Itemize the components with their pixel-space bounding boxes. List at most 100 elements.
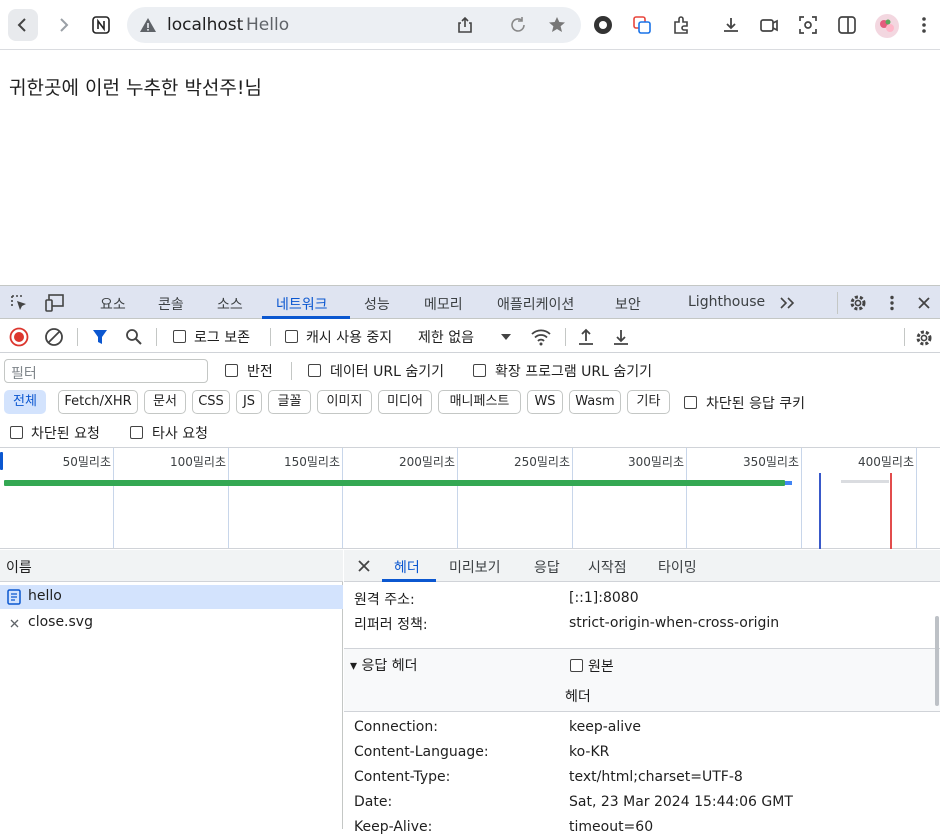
tab-elements[interactable]: 요소 [100,294,126,314]
share-icon[interactable] [455,15,475,35]
notion-button[interactable] [88,12,114,38]
network-settings-gear-icon[interactable] [913,327,935,349]
export-har-icon[interactable] [611,327,631,347]
tab-memory[interactable]: 메모리 [424,294,463,314]
close-detail-icon[interactable] [356,558,372,574]
type-chip-other[interactable]: 기타 [627,390,670,414]
avatar[interactable] [875,14,899,38]
device-toggle-icon[interactable] [43,292,67,314]
blocked-cookies-checkbox[interactable] [684,396,697,409]
type-chip-wasm[interactable]: Wasm [569,390,621,414]
forward-icon [60,18,69,32]
tab-sources[interactable]: 소스 [217,294,243,314]
type-chip-fetch[interactable]: Fetch/XHR [58,390,138,414]
disable-cache-checkbox[interactable] [285,330,298,343]
forward-button[interactable] [48,9,78,41]
hide-ext-url-checkbox[interactable] [473,364,486,377]
request-name[interactable]: hello [28,588,62,604]
filter-funnel-icon[interactable] [90,327,110,347]
tab-console[interactable]: 콘솔 [158,294,184,314]
tab-performance[interactable]: 성능 [364,294,390,314]
blocked-requests-checkbox[interactable] [10,426,23,439]
blocked-requests-label[interactable]: 차단된 요청 [31,423,100,443]
inspect-icon[interactable] [8,292,30,314]
tab-application[interactable]: 애플리케이션 [497,294,574,314]
invert-checkbox[interactable] [225,364,238,377]
clear-icon[interactable] [44,327,64,347]
toolbar-divider [77,328,78,346]
menu-icon[interactable] [914,14,934,36]
third-party-label[interactable]: 타사 요청 [152,423,208,443]
timeline-tick: 50밀리초 [62,455,111,469]
lock-warning-icon[interactable] [139,16,157,34]
tab-lighthouse[interactable]: Lighthouse [688,294,765,310]
request-row-close-svg[interactable]: close.svg [0,611,343,635]
detail-tabbar: 헤더 미리보기 응답 시작점 타이밍 [344,550,940,582]
filter-input[interactable]: 필터 [4,359,208,383]
grid-line [916,448,917,548]
network-conditions-icon[interactable] [529,327,553,347]
header-key: Keep-Alive: [354,819,433,835]
chevron-down-icon[interactable] [499,330,513,344]
detail-scrollbar[interactable] [935,616,939,706]
settings-gear-icon[interactable] [847,292,869,314]
tabbar-divider [837,292,838,314]
name-column-header[interactable]: 이름 [6,557,32,577]
address-bar[interactable]: localhost Hello [127,7,581,43]
blocked-cookies-label[interactable]: 차단된 응답 쿠키 [706,393,805,413]
request-list: 이름 hello close.svg [0,550,343,829]
third-party-checkbox[interactable] [130,426,143,439]
timeline-tick: 250밀리초 [513,455,570,469]
tabs-icon[interactable] [631,14,653,36]
hide-data-url-label[interactable]: 데이터 URL 숨기기 [330,361,444,381]
download-icon[interactable] [720,14,742,36]
raw-checkbox[interactable] [570,659,583,672]
header-value: strict-origin-when-cross-origin [569,615,780,631]
back-button[interactable] [8,9,38,41]
type-chip-image[interactable]: 이미지 [317,390,372,414]
preserve-log-label[interactable]: 로그 보존 [194,327,250,347]
detail-tab-headers[interactable]: 헤더 [394,557,420,577]
throttle-select[interactable]: 제한 없음 [418,327,474,347]
cast-icon[interactable] [758,14,780,36]
disable-cache-label[interactable]: 캐시 사용 중지 [306,327,392,347]
detail-tab-initiator[interactable]: 시작점 [588,557,627,577]
hide-data-url-checkbox[interactable] [308,364,321,377]
bookmark-star-icon[interactable] [547,15,567,35]
search-icon[interactable] [124,327,144,347]
greeting-text: 귀한곳에 이런 누추한 박선주!님 [9,77,262,99]
type-chip-font[interactable]: 글꼴 [268,390,311,414]
devtools-menu-icon[interactable] [884,293,900,313]
screenshot-icon[interactable] [797,14,819,36]
reload-icon[interactable] [508,15,528,35]
record-icon[interactable] [9,327,29,347]
more-tabs-icon[interactable] [778,294,798,312]
detail-tab-preview[interactable]: 미리보기 [449,557,501,577]
request-row-hello[interactable]: hello [0,585,343,609]
response-headers-toggle[interactable]: ▾ 응답 헤더 [350,655,417,675]
invert-label[interactable]: 반전 [247,361,273,381]
type-chip-media[interactable]: 미디어 [378,390,432,414]
raw-label[interactable]: 원본 [588,656,614,676]
filter-placeholder: 필터 [11,366,37,382]
type-chip-js[interactable]: JS [236,390,262,414]
type-chip-doc[interactable]: 문서 [144,390,186,414]
type-chip-all[interactable]: 전체 [4,390,46,414]
type-chip-css[interactable]: CSS [192,390,230,414]
request-name[interactable]: close.svg [28,614,93,630]
timeline-overview[interactable]: 50밀리초 100밀리초 150밀리초 200밀리초 250밀리초 300밀리초… [0,447,940,549]
close-devtools-icon[interactable] [914,293,934,313]
preserve-log-checkbox[interactable] [173,330,186,343]
detail-tab-timing[interactable]: 타이밍 [658,557,697,577]
import-har-icon[interactable] [576,327,596,347]
tab-network[interactable]: 네트워크 [276,294,328,314]
detail-tab-response[interactable]: 응답 [534,557,560,577]
sidepanel-icon[interactable] [836,14,858,36]
timeline-tick: 350밀리초 [742,455,799,469]
github-icon[interactable] [592,14,614,36]
hide-ext-url-label[interactable]: 확장 프로그램 URL 숨기기 [495,361,652,381]
tab-security[interactable]: 보안 [615,294,641,314]
extensions-icon[interactable] [670,14,692,36]
type-chip-ws[interactable]: WS [527,390,563,414]
type-chip-manifest[interactable]: 매니페스트 [438,390,521,414]
